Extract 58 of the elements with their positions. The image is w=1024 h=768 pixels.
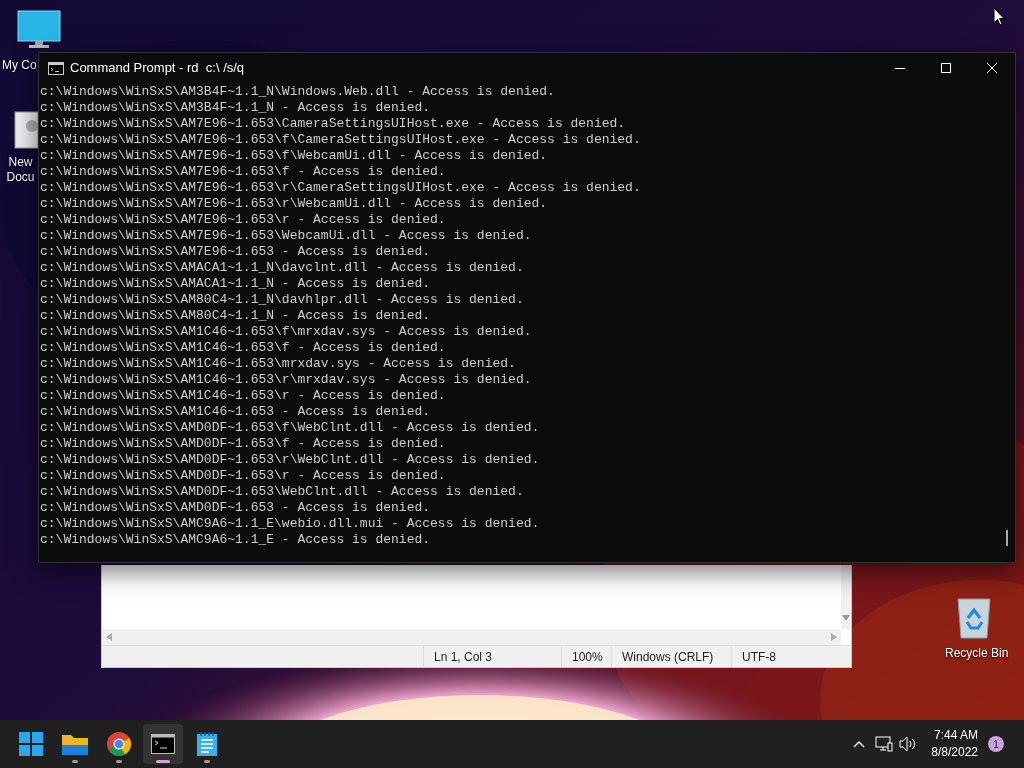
console-line: c:\Windows\WinSxS\AM7E96~1.653\CameraSettingsUIHost.exe - Access is denied. bbox=[40, 116, 626, 132]
notepad-icon bbox=[197, 732, 217, 756]
console-line: c:\Windows\WinSxS\AM1C46~1.653\mrxdav.sys - Access is denied. bbox=[40, 356, 516, 372]
console-line: c:\Windows\WinSxS\AM7E96~1.653\r - Access is denied. bbox=[40, 212, 446, 228]
mouse-pointer-icon bbox=[993, 7, 1005, 26]
console-line: c:\Windows\WinSxS\AM80C4~1.1_N\davhlpr.dll - Access is denied. bbox=[40, 292, 524, 308]
console-line: c:\Windows\WinSxS\AM7E96~1.653\f - Access is denied. bbox=[40, 164, 446, 180]
console-line: c:\Windows\WinSxS\AM3B4F~1.1_N\Windows.Web.dll - Access is denied. bbox=[40, 84, 555, 100]
console-line: c:\Windows\WinSxS\AM1C46~1.653\r\mrxdav.sys - Access is denied. bbox=[40, 372, 532, 388]
window-title: Command Prompt - rd c:\ /s/q bbox=[70, 59, 245, 78]
folder-icon bbox=[62, 733, 88, 755]
console-line: c:\Windows\WinSxS\AMC9A6~1.1_E\webio.dll.mui - Access is denied. bbox=[40, 516, 540, 532]
scrollbar-thumb[interactable] bbox=[1006, 530, 1008, 546]
status-text: 100% bbox=[572, 648, 603, 666]
console-line: c:\Windows\WinSxS\AM7E96~1.653\r\CameraSettingsUIHost.exe - Access is denied. bbox=[40, 180, 641, 196]
status-text: Windows (CRLF) bbox=[622, 648, 714, 666]
clock-date[interactable]: 8/8/2022 bbox=[931, 744, 978, 761]
terminal-icon bbox=[151, 734, 175, 754]
notification-count[interactable]: 1 bbox=[988, 736, 1004, 752]
console-line: c:\Windows\WinSxS\AMACA1~1.1_N\davclnt.dll - Access is denied. bbox=[40, 260, 524, 276]
console-line: c:\Windows\WinSxS\AMD0DF~1.653\f\WebClnt.dll - Access is denied. bbox=[40, 420, 540, 436]
desktop-icon-label[interactable]: My Co bbox=[2, 58, 37, 73]
recycle-bin-icon bbox=[955, 596, 993, 640]
console-line: c:\Windows\WinSxS\AM3B4F~1.1_N - Access is denied. bbox=[40, 100, 431, 116]
maximize-icon bbox=[941, 63, 951, 73]
console-line: c:\Windows\WinSxS\AMD0DF~1.653 - Access is denied. bbox=[40, 500, 431, 516]
desktop-icon-label[interactable]: New Docu bbox=[3, 155, 38, 185]
browser-icon bbox=[107, 732, 131, 756]
console-line: c:\Windows\WinSxS\AM7E96~1.653\r\WebcamUi.dll - Access is denied. bbox=[40, 196, 548, 212]
status-text: Ln 1, Col 3 bbox=[434, 648, 493, 666]
console-line: c:\Windows\WinSxS\AM7E96~1.653\WebcamUi.dll - Access is denied. bbox=[40, 228, 532, 244]
console-icon bbox=[48, 61, 64, 75]
monitor-icon bbox=[17, 10, 61, 50]
console-line: c:\Windows\WinSxS\AM7E96~1.653\f\WebcamUi.dll - Access is denied. bbox=[40, 148, 548, 164]
console-line: c:\Windows\WinSxS\AMD0DF~1.653\r - Access is denied. bbox=[40, 468, 446, 484]
close-icon bbox=[987, 63, 997, 73]
status-text: UTF-8 bbox=[742, 648, 776, 666]
console-line: c:\Windows\WinSxS\AM1C46~1.653\r - Access is denied. bbox=[40, 388, 446, 404]
vertical-scrollbar[interactable] bbox=[841, 565, 851, 629]
clock-time[interactable]: 7:44 AM bbox=[933, 727, 978, 744]
console-line: c:\Windows\WinSxS\AMD0DF~1.653\f - Access is denied. bbox=[40, 436, 446, 452]
console-line: c:\Windows\WinSxS\AMACA1~1.1_N - Access is denied. bbox=[40, 276, 431, 292]
console-line: c:\Windows\WinSxS\AM1C46~1.653 - Access is denied. bbox=[40, 404, 431, 420]
console-line: c:\Windows\WinSxS\AM7E96~1.653 - Access is denied. bbox=[40, 244, 431, 260]
console-line: c:\Windows\WinSxS\AM1C46~1.653\f\mrxdav.sys - Access is denied. bbox=[40, 324, 532, 340]
chevron-up-icon[interactable] bbox=[853, 740, 866, 748]
console-line: c:\Windows\WinSxS\AM7E96~1.653\f\CameraSettingsUIHost.exe - Access is denied. bbox=[40, 132, 641, 148]
taskbar-button[interactable] bbox=[143, 724, 183, 764]
console-line: c:\Windows\WinSxS\AM80C4~1.1_N - Access is denied. bbox=[40, 308, 431, 324]
console-line: c:\Windows\WinSxS\AMC9A6~1.1_E - Access is denied. bbox=[40, 532, 431, 548]
volume-icon[interactable] bbox=[899, 736, 918, 752]
console-line: c:\Windows\WinSxS\AMD0DF~1.653\r\WebClnt.dll - Access is denied. bbox=[40, 452, 540, 468]
console-line: c:\Windows\WinSxS\AMD0DF~1.653\WebClnt.dll - Access is denied. bbox=[40, 484, 524, 500]
console-line: c:\Windows\WinSxS\AM1C46~1.653\f - Access is denied. bbox=[40, 340, 446, 356]
minimize-icon bbox=[895, 67, 905, 69]
start-icon bbox=[19, 732, 43, 756]
network-icon[interactable] bbox=[875, 736, 894, 752]
desktop-icon-label[interactable]: Recycle Bin bbox=[945, 646, 1009, 661]
